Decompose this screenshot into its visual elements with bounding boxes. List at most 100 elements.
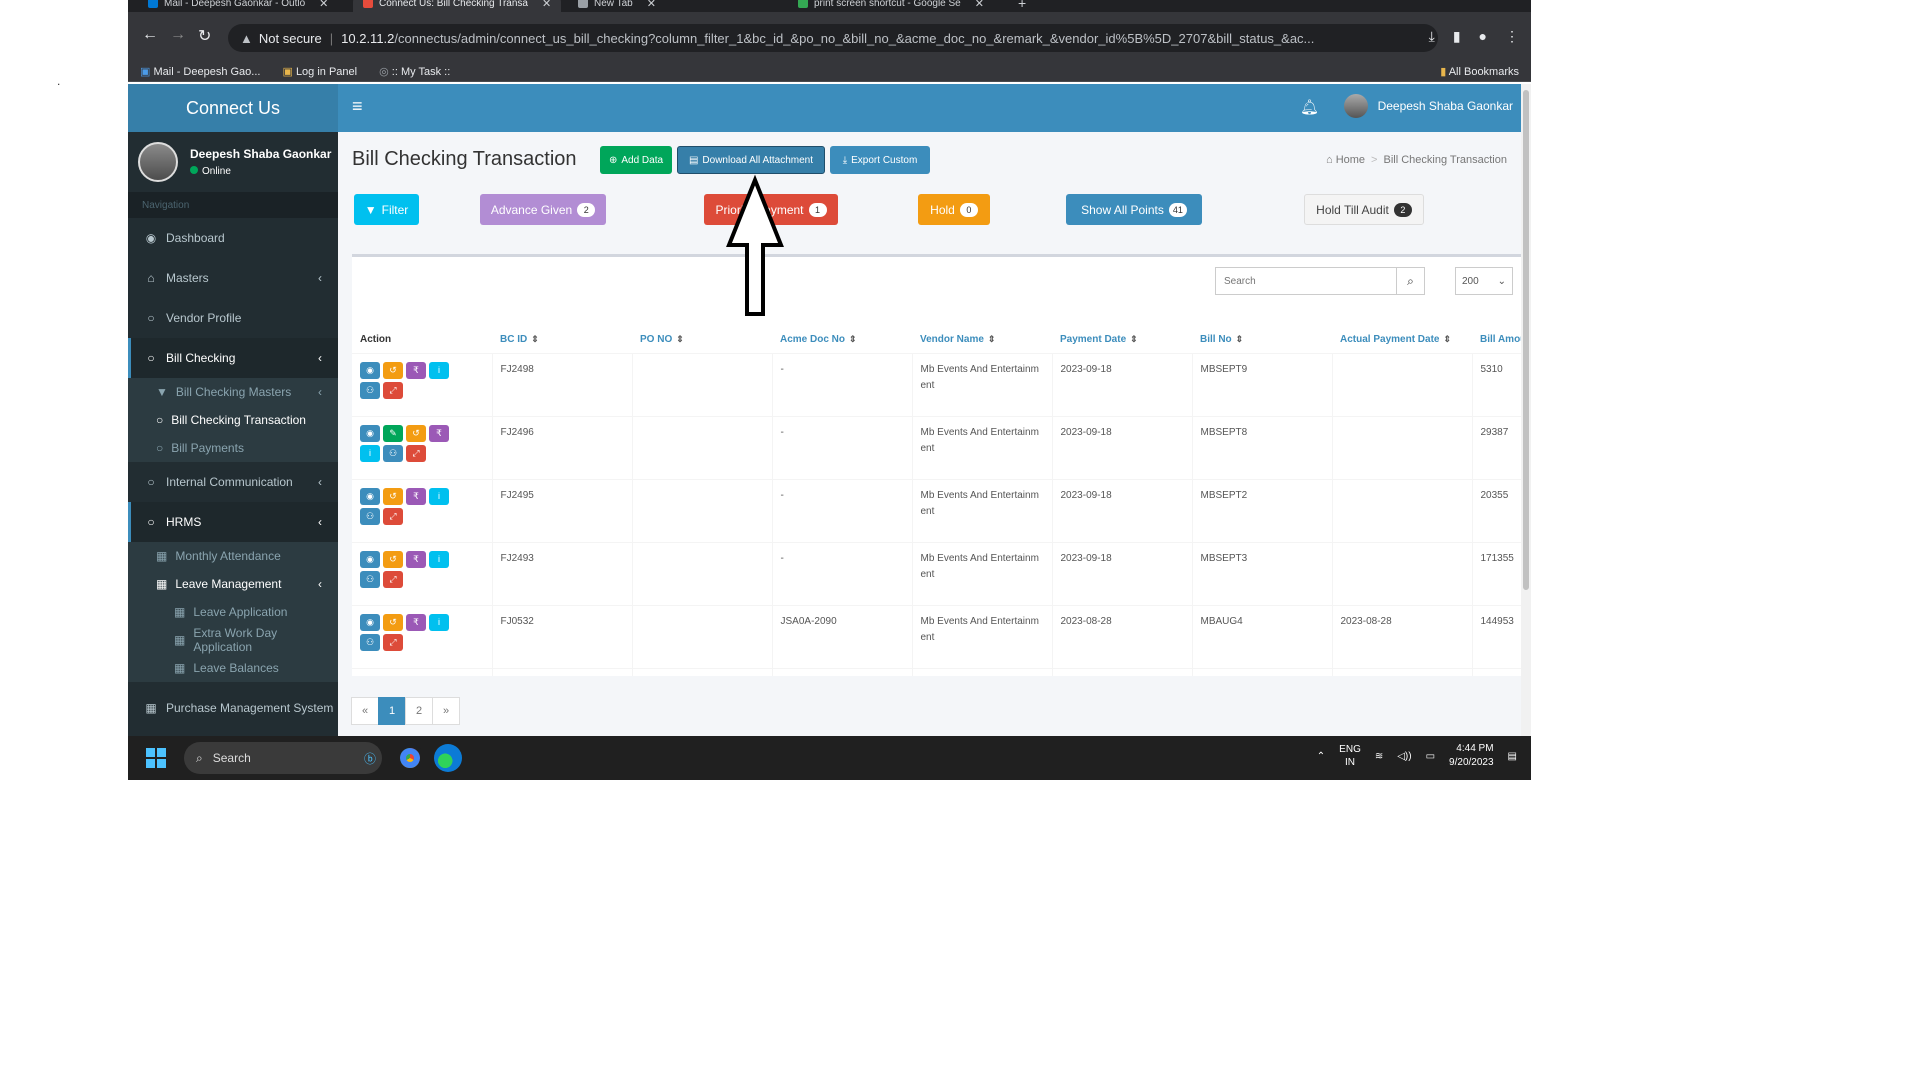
bookmark-mail[interactable]: ▣ Mail - Deepesh Gao... xyxy=(140,65,260,78)
download-all-attachment-button[interactable]: ▤ Download All Attachment xyxy=(677,146,825,174)
sidepanel-icon[interactable]: ▮ xyxy=(1453,28,1461,45)
users-icon[interactable]: ⚇ xyxy=(360,507,380,525)
edit-icon[interactable]: ✎ xyxy=(383,424,403,442)
sidebar-item-bill-checking-transaction[interactable]: ○ Bill Checking Transaction xyxy=(128,406,338,434)
back-icon[interactable]: ← xyxy=(142,26,158,44)
browser-tab[interactable]: print screen shortcut - Google Se ✕ xyxy=(788,0,994,12)
reload-icon[interactable]: ↻ xyxy=(198,26,211,46)
rupee-icon[interactable]: ₹ xyxy=(429,424,449,442)
col-payment-date[interactable]: Payment Date ⇕ xyxy=(1052,327,1192,353)
history-icon[interactable]: ↺ xyxy=(383,487,403,505)
rupee-icon[interactable]: ₹ xyxy=(406,487,426,505)
users-icon[interactable]: ⚇ xyxy=(360,633,380,651)
sidebar-item-masters[interactable]: ⌂ Masters ‹ xyxy=(128,258,338,298)
sidebar-item-leave-management[interactable]: ▦ Leave Management ‹ xyxy=(128,570,338,598)
users-icon[interactable]: ⚇ xyxy=(383,444,403,462)
sidebar-item-extra-work-day[interactable]: ▦ Extra Work Day Application xyxy=(128,626,338,654)
col-bill-amount[interactable]: Bill Amount xyxy=(1472,327,1521,353)
hamburger-icon[interactable]: ≡ xyxy=(352,96,363,117)
add-data-button[interactable]: ⊕ Add Data xyxy=(600,146,672,174)
prev-page-button[interactable]: « xyxy=(351,697,379,725)
history-icon[interactable]: ↺ xyxy=(383,613,403,631)
users-icon[interactable]: ⚇ xyxy=(360,381,380,399)
volume-icon[interactable]: ◁)) xyxy=(1397,751,1411,762)
user-menu[interactable]: Deepesh Shaba Gaonkar xyxy=(1343,94,1513,118)
page-2-button[interactable]: 2 xyxy=(405,697,433,725)
priority-payment-button[interactable]: Priority Payment 1 xyxy=(704,194,838,225)
taskbar-search[interactable]: ⌕ Search ⓑ xyxy=(184,742,382,774)
hold-button[interactable]: Hold 0 xyxy=(918,194,990,225)
eye-icon[interactable]: ◉ xyxy=(360,550,380,568)
resize-icon[interactable]: ⤢ xyxy=(383,633,403,651)
all-bookmarks[interactable]: ▮ All Bookmarks xyxy=(1440,65,1519,78)
eye-icon[interactable]: ◉ xyxy=(360,613,380,631)
download-icon[interactable]: ⤓ xyxy=(1429,28,1435,45)
page-scrollbar[interactable] xyxy=(1521,84,1531,736)
resize-icon[interactable]: ⤢ xyxy=(383,381,403,399)
resize-icon[interactable]: ⤢ xyxy=(406,444,426,462)
sidebar-item-monthly-attendance[interactable]: ▦ Monthly Attendance xyxy=(128,542,338,570)
bookmark-mytask[interactable]: ◎ :: My Task :: xyxy=(379,65,450,78)
sidebar-item-vendor-profile[interactable]: ○ Vendor Profile xyxy=(128,298,338,338)
bookmark-login[interactable]: ▣ Log in Panel xyxy=(282,65,357,78)
close-icon[interactable]: ✕ xyxy=(975,0,984,10)
sidebar-item-purchase-management[interactable]: ▦ Purchase Management System xyxy=(128,688,338,728)
advance-given-button[interactable]: Advance Given 2 xyxy=(480,194,606,225)
col-actual-payment-date[interactable]: Actual Payment Date ⇕ xyxy=(1332,327,1472,353)
sidebar-item-internal-communication[interactable]: ○ Internal Communication ‹ xyxy=(128,462,338,502)
wifi-icon[interactable]: ≋ xyxy=(1375,751,1383,762)
chevron-up-icon[interactable]: ⌃ xyxy=(1317,751,1325,762)
resize-icon[interactable]: ⤢ xyxy=(383,507,403,525)
chrome-icon[interactable] xyxy=(396,744,424,772)
resize-icon[interactable]: ⤢ xyxy=(383,570,403,588)
close-icon[interactable]: ✕ xyxy=(542,0,551,10)
col-po-no[interactable]: PO NO ⇕ xyxy=(632,327,772,353)
edge-icon[interactable] xyxy=(434,744,462,772)
browser-tab-active[interactable]: Connect Us: Bill Checking Transa ✕ xyxy=(353,0,562,12)
col-bill-no[interactable]: Bill No ⇕ xyxy=(1192,327,1332,353)
history-icon[interactable]: ↺ xyxy=(406,424,426,442)
page-size-select[interactable]: 200 ⌄ xyxy=(1455,267,1513,295)
eye-icon[interactable]: ◉ xyxy=(360,424,380,442)
browser-tab[interactable]: Mail - Deepesh Gaonkar - Outlo ✕ xyxy=(138,0,338,12)
hold-till-audit-button[interactable]: Hold Till Audit 2 xyxy=(1304,194,1424,225)
rupee-icon[interactable]: ₹ xyxy=(406,361,426,379)
search-icon[interactable]: ⌕ xyxy=(1396,268,1424,294)
search-input[interactable] xyxy=(1216,268,1396,294)
new-tab-button[interactable]: + xyxy=(1008,0,1036,12)
sidebar-item-hrms[interactable]: ○ HRMS ‹ xyxy=(128,502,338,542)
scrollbar-thumb[interactable] xyxy=(1523,90,1529,590)
col-vendor-name[interactable]: Vendor Name ⇕ xyxy=(912,327,1052,353)
eye-icon[interactable]: ◉ xyxy=(360,487,380,505)
sidebar-item-leave-application[interactable]: ▦ Leave Application xyxy=(128,598,338,626)
bell-icon[interactable]: 🔔︎ xyxy=(1300,98,1319,116)
show-all-points-button[interactable]: Show All Points 41 xyxy=(1066,194,1202,225)
clock[interactable]: 4:44 PM 9/20/2023 xyxy=(1449,742,1494,770)
windows-start-icon[interactable] xyxy=(146,748,166,768)
filter-button[interactable]: ▼ Filter xyxy=(354,194,419,225)
history-icon[interactable]: ↺ xyxy=(383,361,403,379)
sidebar-item-leave-balances[interactable]: ▦ Leave Balances xyxy=(128,654,338,682)
sidebar-item-bill-checking-masters[interactable]: ▼ Bill Checking Masters ‹ xyxy=(128,378,338,406)
export-custom-button[interactable]: ⤓ Export Custom xyxy=(830,146,930,174)
eye-icon[interactable]: ◉ xyxy=(360,361,380,379)
menu-icon[interactable]: ⋮ xyxy=(1505,28,1519,45)
info-icon[interactable]: i xyxy=(429,487,449,505)
history-icon[interactable]: ↺ xyxy=(383,550,403,568)
rupee-icon[interactable]: ₹ xyxy=(406,550,426,568)
info-icon[interactable]: i xyxy=(429,361,449,379)
profile-icon[interactable]: ● xyxy=(1479,28,1487,45)
url-input[interactable]: ▲ Not secure | 10.2.11.2 /connectus/admi… xyxy=(228,24,1438,52)
sidebar-item-bill-checking[interactable]: ○ Bill Checking ‹ xyxy=(128,338,338,378)
sidebar-item-dashboard[interactable]: ◉ Dashboard xyxy=(128,218,338,258)
battery-icon[interactable]: ▭ xyxy=(1426,751,1435,762)
next-page-button[interactable]: » xyxy=(432,697,460,725)
breadcrumb-home[interactable]: Home xyxy=(1336,154,1365,166)
browser-tab[interactable]: New Tab ✕ xyxy=(568,0,666,12)
info-icon[interactable]: i xyxy=(429,613,449,631)
col-bc-id[interactable]: BC ID ⇕ xyxy=(492,327,632,353)
rupee-icon[interactable]: ₹ xyxy=(406,613,426,631)
page-1-button[interactable]: 1 xyxy=(378,697,406,725)
info-icon[interactable]: i xyxy=(429,550,449,568)
info-icon[interactable]: i xyxy=(360,444,380,462)
